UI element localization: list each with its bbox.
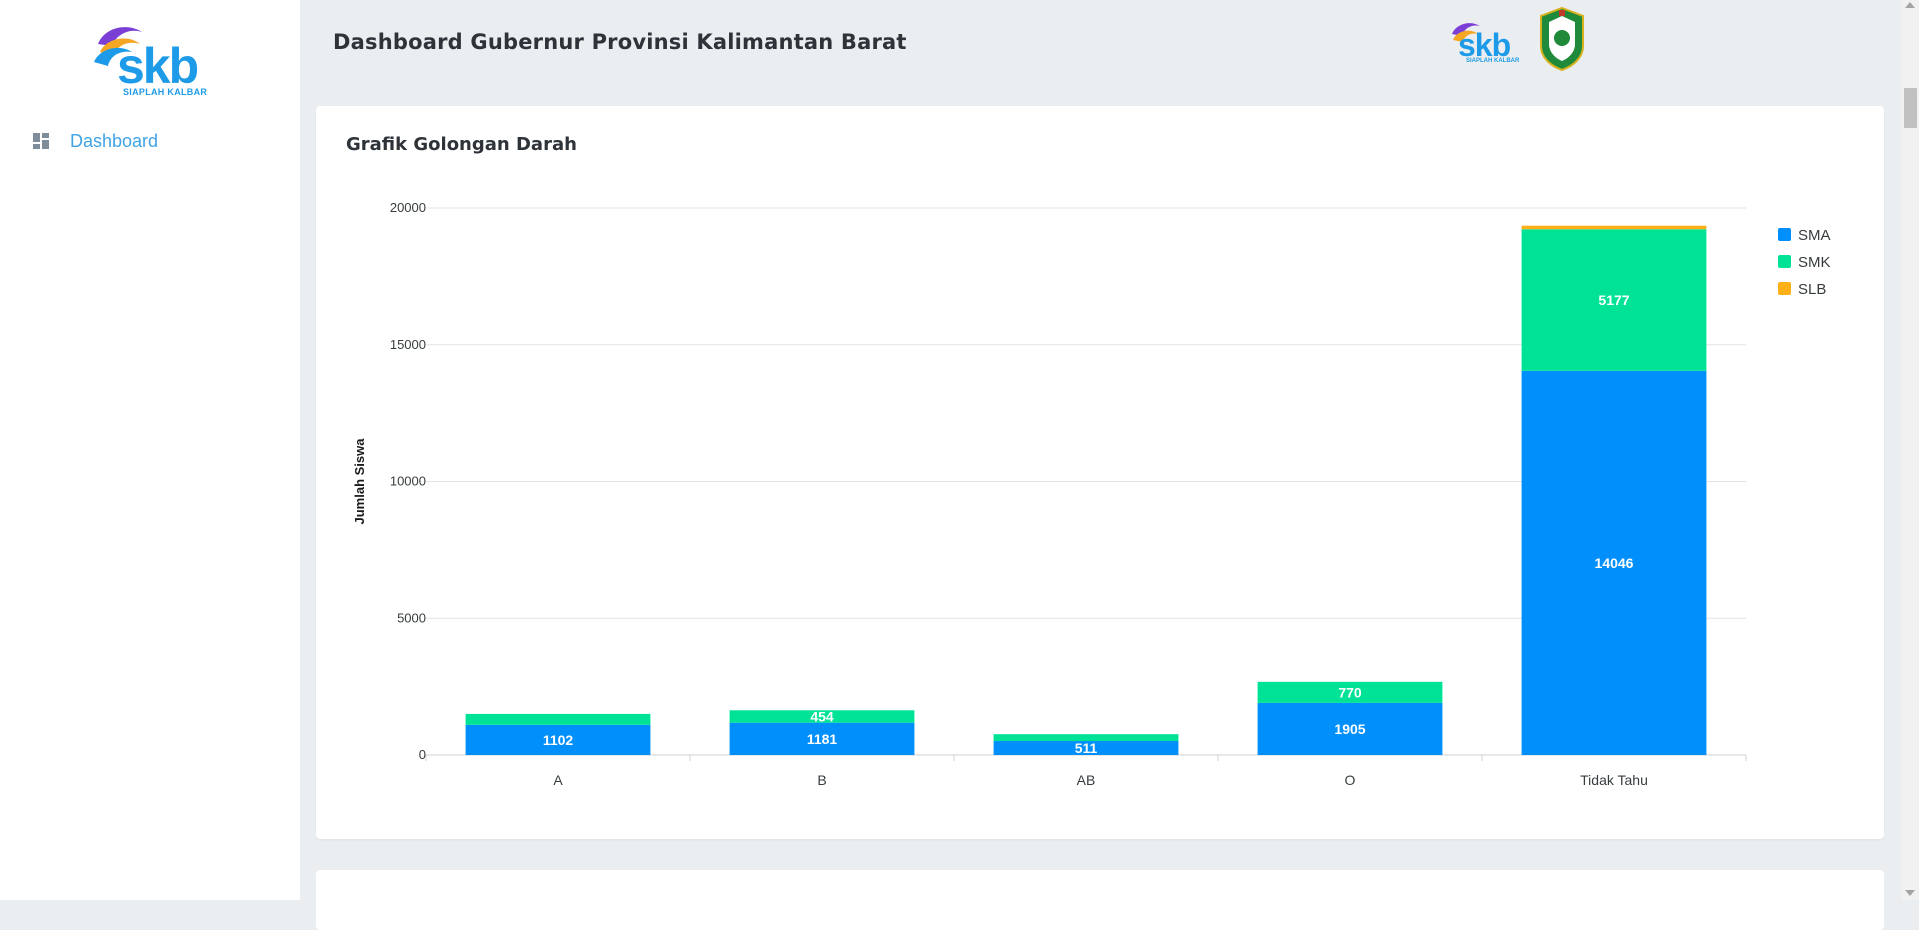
data-label: 770: [1338, 684, 1362, 700]
x-tick-label: Tidak Tahu: [1580, 772, 1648, 788]
brand-subtitle: SIAPLAH KALBAR: [123, 87, 208, 97]
second-card: [316, 870, 1884, 930]
blood-type-chart: 05000100001500020000Jumlah SiswaA B AB O Tid…: [352, 200, 1831, 788]
y-axis-label: Jumlah Siswa: [352, 438, 367, 525]
sidebar: skb SIAPLAH KALBAR Dashboard: [0, 0, 300, 900]
scroll-down-arrow-icon[interactable]: [1905, 890, 1915, 896]
data-label: 5177: [1598, 292, 1629, 308]
y-tick-label: 10000: [390, 474, 426, 489]
y-tick-label: 0: [419, 747, 426, 762]
scrollbar-thumb[interactable]: [1904, 88, 1917, 128]
legend-item-slb: SLB: [1798, 281, 1826, 298]
data-label: 511: [1075, 740, 1098, 756]
data-label: 454: [810, 708, 834, 724]
legend-swatch: [1778, 228, 1791, 241]
data-label: 1181: [807, 731, 838, 747]
page-scrollbar[interactable]: [1902, 0, 1919, 900]
dashboard-icon: [33, 133, 49, 149]
blood-type-chart-card: Grafik Golongan Darah 0 5000 10000 15000 200…: [316, 106, 1884, 839]
y-tick-label: 15000: [390, 337, 426, 352]
x-tick-label: A: [553, 772, 563, 788]
header-brand-subtitle: SIAPLAH KALBAR: [1466, 58, 1520, 64]
legend-item-sma: SMA: [1798, 227, 1831, 244]
top-header: Dashboard Gubernur Provinsi Kalimantan B…: [300, 0, 1919, 88]
x-tick-label: B: [817, 772, 826, 788]
sidebar-item-dashboard[interactable]: Dashboard: [32, 128, 272, 154]
province-emblem-icon: [1540, 6, 1584, 72]
sidebar-item-label: Dashboard: [70, 130, 159, 151]
card-title: Grafik Golongan Darah: [346, 134, 577, 155]
x-tick-label: AB: [1077, 772, 1096, 788]
x-tick-label: O: [1345, 772, 1356, 788]
y-tick-label: 5000: [397, 610, 426, 625]
data-label: 1905: [1334, 721, 1365, 737]
legend-item-smk: SMK: [1798, 254, 1831, 271]
y-tick-label: 20000: [390, 200, 426, 215]
legend-swatch: [1778, 255, 1791, 268]
page-title: Dashboard Gubernur Provinsi Kalimantan B…: [333, 30, 907, 54]
bar-smk: [465, 713, 651, 725]
legend-swatch: [1778, 282, 1791, 295]
bar-slb: [1521, 225, 1707, 230]
scroll-up-arrow-icon[interactable]: [1905, 2, 1915, 8]
data-label: 1102: [543, 732, 574, 748]
data-label: 14046: [1595, 555, 1634, 571]
bar-smk: [993, 734, 1179, 742]
